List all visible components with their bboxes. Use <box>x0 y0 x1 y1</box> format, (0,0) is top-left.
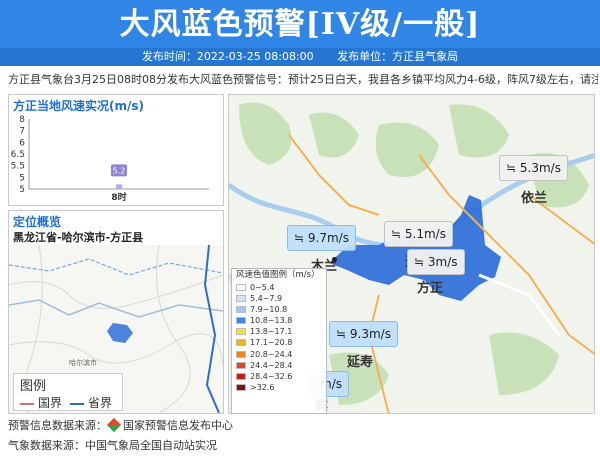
wind-chart-panel: 方正当地风速实况(m/s) 8 7 6 6.5 5.5 5 5 5.2 8时 <box>8 94 224 206</box>
source-warning: 预警信息数据来源： 国家预警信息发布中心 <box>8 417 233 434</box>
wind-scale-label: 13.8~17.1 <box>250 327 293 337</box>
wind-scale-label: 0~5.4 <box>250 283 275 292</box>
warning-summary: 方正县气象台3月25日08时08分发布大风蓝色预警信号：预计25日白天，我县各乡… <box>8 73 598 86</box>
map-legend: 图例 国界 省界 <box>13 373 123 411</box>
wind-speed-bar <box>116 184 122 189</box>
place-label-yanshou: 延寿 <box>347 355 374 370</box>
wind-scale-row: 24.4~28.4 <box>236 360 326 371</box>
station-callout-tonghe-2[interactable]: ≒ 3m/s <box>407 249 465 275</box>
wind-scale-row: >32.6 <box>236 382 326 393</box>
y-tick-label: 6 <box>19 138 25 148</box>
wind-scale-swatch <box>236 361 246 369</box>
station-callout-tonghe[interactable]: ≒ 5.1m/s <box>384 221 453 247</box>
header-banner: 大风蓝色预警[IV级/一般] 发布时间：2022-03-25 08:08:00 … <box>0 0 600 66</box>
wind-scale-swatch <box>236 383 246 391</box>
wind-scale-label: 7.9~10.8 <box>250 305 288 315</box>
wind-scale-legend: 风速色值图例（m/s） 0~5.4 5.4~7.9 7.9~10.8 10.8~13.… <box>231 268 327 414</box>
y-tick-label: 7 <box>19 127 25 137</box>
wind-scale-row: 28.4~32.6 <box>236 371 326 382</box>
y-tick-label: 8 <box>19 115 25 125</box>
location-subtitle: 黑龙江省-哈尔滨市-方正县 <box>13 231 144 244</box>
source-weather: 气象数据来源：中国气象局全国自动站实况 <box>8 439 217 452</box>
place-label-fangzheng: 方正 <box>417 281 444 296</box>
wind-scale-swatch <box>236 339 246 347</box>
wind-scale-label: 5.4~7.9 <box>250 294 283 304</box>
publish-time: 发布时间：2022-03-25 08:08:00 <box>141 50 314 63</box>
x-tick-label: 8时 <box>111 191 126 203</box>
wind-scale-label: 10.8~13.8 <box>250 316 293 326</box>
station-marker-mulan <box>332 257 337 262</box>
bar-value-label: 5.2 <box>113 166 126 175</box>
station-callout-mulan[interactable]: ≒ 9.7m/s <box>287 225 356 251</box>
wind-chart-title: 方正当地风速实况(m/s) <box>13 99 144 113</box>
wind-scale-label: 24.4~28.4 <box>250 360 293 370</box>
page-title: 大风蓝色预警[IV级/一般] <box>119 7 481 42</box>
wind-scale-swatch <box>236 372 246 380</box>
wind-scale-label: 20.8~24.4 <box>250 349 293 359</box>
y-tick-label: 6.5 <box>11 150 25 160</box>
warning-center-logo-icon <box>106 417 122 433</box>
wind-scale-row: 10.8~13.8 <box>236 315 326 326</box>
y-tick-label: 5 <box>19 185 25 195</box>
wind-scale-label: 17.1~20.8 <box>250 338 293 348</box>
national-border-line <box>20 402 34 405</box>
wind-scale-title: 风速色值图例（m/s） <box>236 270 320 280</box>
wind-scale-swatch <box>236 295 246 303</box>
station-callout-yanshou[interactable]: ≒ 9.3m/s <box>329 321 398 347</box>
wind-scale-swatch <box>236 350 246 358</box>
wind-chart: 8766.55.5555.28时 <box>11 115 209 203</box>
province-border-line <box>70 402 84 405</box>
legend-title: 图例 <box>20 379 47 394</box>
place-label-yilan: 依兰 <box>521 191 548 206</box>
header-meta: 发布时间：2022-03-25 08:08:00 发布单位：方正县气象局 <box>0 48 600 66</box>
source-warning-value: 国家预警信息发布中心 <box>123 419 233 432</box>
location-title: 定位概览 <box>13 215 62 229</box>
source-warning-label: 预警信息数据来源： <box>8 419 107 432</box>
legend-item-national-border: 国界 <box>20 394 62 411</box>
station-callout-yilan[interactable]: ≒ 5.3m/s <box>499 155 568 181</box>
wind-scale-row: 20.8~24.4 <box>236 349 326 360</box>
wind-scale-row: 0~5.4 <box>236 282 326 293</box>
wind-scale-row: 13.8~17.1 <box>236 326 326 337</box>
wind-scale-swatch <box>236 284 246 291</box>
wind-scale-row: 17.1~20.8 <box>236 337 326 348</box>
wind-scale-swatch <box>236 306 246 314</box>
wind-scale-label: >32.6 <box>250 382 275 392</box>
wind-scale-row: 5.4~7.9 <box>236 293 326 304</box>
wind-scale-swatch <box>236 317 246 325</box>
publisher: 发布单位：方正县气象局 <box>337 50 459 63</box>
legend-item-province-border: 省界 <box>70 394 112 411</box>
y-tick-label: 5.5 <box>11 162 25 172</box>
y-tick-label: 5 <box>19 173 25 183</box>
wind-scale-row: 7.9~10.8 <box>236 304 326 315</box>
wind-scale-label: 28.4~32.6 <box>250 371 293 381</box>
location-panel: 定位概览 黑龙江省-哈尔滨市-方正县 哈尔滨市 长春 图例 国界 省界 <box>8 210 224 414</box>
svg-text:哈尔滨市: 哈尔滨市 <box>69 358 97 367</box>
wind-scale-swatch <box>236 328 246 336</box>
